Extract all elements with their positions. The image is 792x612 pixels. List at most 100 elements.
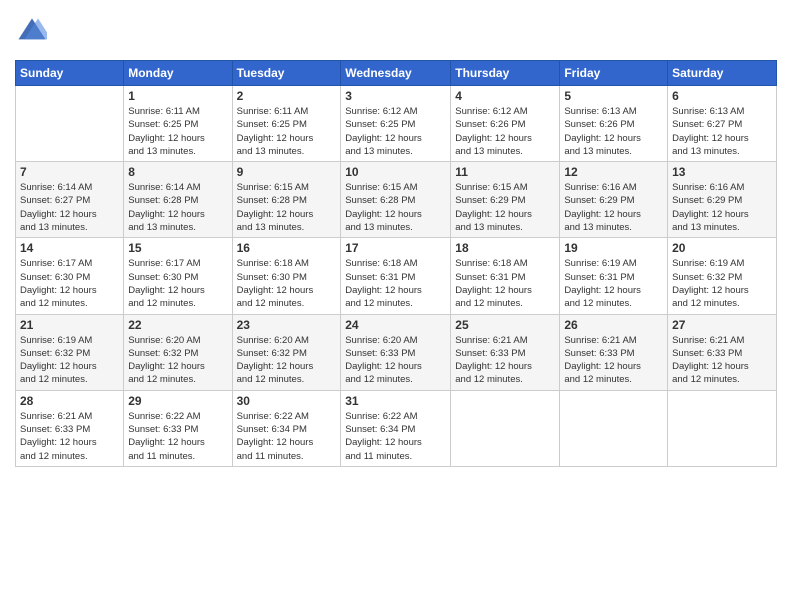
day-info: Sunrise: 6:18 AMSunset: 6:31 PMDaylight:… [455,257,555,310]
header-saturday: Saturday [668,61,777,86]
calendar-cell: 21 Sunrise: 6:19 AMSunset: 6:32 PMDayligh… [16,314,124,390]
day-info: Sunrise: 6:18 AMSunset: 6:30 PMDaylight:… [237,257,337,310]
logo-icon [17,15,47,45]
header-wednesday: Wednesday [341,61,451,86]
calendar-table: SundayMondayTuesdayWednesdayThursdayFrid… [15,60,777,467]
calendar-cell: 6 Sunrise: 6:13 AMSunset: 6:27 PMDaylight… [668,86,777,162]
day-number: 13 [672,165,772,179]
calendar-cell: 17 Sunrise: 6:18 AMSunset: 6:31 PMDayligh… [341,238,451,314]
day-info: Sunrise: 6:17 AMSunset: 6:30 PMDaylight:… [20,257,119,310]
calendar-cell: 11 Sunrise: 6:15 AMSunset: 6:29 PMDayligh… [451,162,560,238]
day-number: 9 [237,165,337,179]
day-info: Sunrise: 6:14 AMSunset: 6:28 PMDaylight:… [128,181,227,234]
week-row-5: 28 Sunrise: 6:21 AMSunset: 6:33 PMDayligh… [16,390,777,466]
calendar-cell: 5 Sunrise: 6:13 AMSunset: 6:26 PMDaylight… [560,86,668,162]
calendar-cell: 20 Sunrise: 6:19 AMSunset: 6:32 PMDayligh… [668,238,777,314]
calendar-cell: 4 Sunrise: 6:12 AMSunset: 6:26 PMDaylight… [451,86,560,162]
day-number: 30 [237,394,337,408]
calendar-cell: 26 Sunrise: 6:21 AMSunset: 6:33 PMDayligh… [560,314,668,390]
day-info: Sunrise: 6:12 AMSunset: 6:25 PMDaylight:… [345,105,446,158]
week-row-1: 1 Sunrise: 6:11 AMSunset: 6:25 PMDaylight… [16,86,777,162]
day-number: 11 [455,165,555,179]
calendar-cell: 8 Sunrise: 6:14 AMSunset: 6:28 PMDaylight… [124,162,232,238]
day-number: 16 [237,241,337,255]
day-number: 17 [345,241,446,255]
calendar-cell: 13 Sunrise: 6:16 AMSunset: 6:29 PMDayligh… [668,162,777,238]
day-number: 3 [345,89,446,103]
day-info: Sunrise: 6:20 AMSunset: 6:33 PMDaylight:… [345,334,446,387]
day-info: Sunrise: 6:21 AMSunset: 6:33 PMDaylight:… [564,334,663,387]
day-info: Sunrise: 6:22 AMSunset: 6:34 PMDaylight:… [237,410,337,463]
day-info: Sunrise: 6:19 AMSunset: 6:31 PMDaylight:… [564,257,663,310]
calendar-cell: 28 Sunrise: 6:21 AMSunset: 6:33 PMDayligh… [16,390,124,466]
calendar-cell: 27 Sunrise: 6:21 AMSunset: 6:33 PMDayligh… [668,314,777,390]
calendar-cell: 12Sunrise: 6:16 AMSunset: 6:29 PMDayligh… [560,162,668,238]
header-monday: Monday [124,61,232,86]
day-info: Sunrise: 6:11 AMSunset: 6:25 PMDaylight:… [128,105,227,158]
day-info: Sunrise: 6:13 AMSunset: 6:27 PMDaylight:… [672,105,772,158]
calendar-cell: 1 Sunrise: 6:11 AMSunset: 6:25 PMDaylight… [124,86,232,162]
day-number: 6 [672,89,772,103]
day-info: Sunrise: 6:15 AMSunset: 6:28 PMDaylight:… [345,181,446,234]
calendar-cell: 25 Sunrise: 6:21 AMSunset: 6:33 PMDayligh… [451,314,560,390]
calendar-cell: 23Sunrise: 6:20 AMSunset: 6:32 PMDayligh… [232,314,341,390]
day-info: Sunrise: 6:21 AMSunset: 6:33 PMDaylight:… [455,334,555,387]
day-info: Sunrise: 6:21 AMSunset: 6:33 PMDaylight:… [20,410,119,463]
day-number: 22 [128,318,227,332]
day-info: Sunrise: 6:14 AMSunset: 6:27 PMDaylight:… [20,181,119,234]
day-info: Sunrise: 6:16 AMSunset: 6:29 PMDaylight:… [672,181,772,234]
day-number: 19 [564,241,663,255]
day-info: Sunrise: 6:21 AMSunset: 6:33 PMDaylight:… [672,334,772,387]
day-info: Sunrise: 6:16 AMSunset: 6:29 PMDaylight:… [564,181,663,234]
day-info: Sunrise: 6:20 AMSunset: 6:32 PMDaylight:… [128,334,227,387]
day-number: 14 [20,241,119,255]
day-number: 26 [564,318,663,332]
page: SundayMondayTuesdayWednesdayThursdayFrid… [0,0,792,612]
day-info: Sunrise: 6:18 AMSunset: 6:31 PMDaylight:… [345,257,446,310]
day-number: 2 [237,89,337,103]
calendar-cell: 14 Sunrise: 6:17 AMSunset: 6:30 PMDayligh… [16,238,124,314]
day-number: 8 [128,165,227,179]
day-info: Sunrise: 6:22 AMSunset: 6:34 PMDaylight:… [345,410,446,463]
day-number: 4 [455,89,555,103]
calendar-cell: 3 Sunrise: 6:12 AMSunset: 6:25 PMDaylight… [341,86,451,162]
day-number: 15 [128,241,227,255]
day-info: Sunrise: 6:19 AMSunset: 6:32 PMDaylight:… [672,257,772,310]
day-info: Sunrise: 6:13 AMSunset: 6:26 PMDaylight:… [564,105,663,158]
logo [15,15,47,50]
calendar-cell: 16 Sunrise: 6:18 AMSunset: 6:30 PMDayligh… [232,238,341,314]
day-info: Sunrise: 6:11 AMSunset: 6:25 PMDaylight:… [237,105,337,158]
day-info: Sunrise: 6:19 AMSunset: 6:32 PMDaylight:… [20,334,119,387]
day-number: 20 [672,241,772,255]
day-info: Sunrise: 6:12 AMSunset: 6:26 PMDaylight:… [455,105,555,158]
day-info: Sunrise: 6:17 AMSunset: 6:30 PMDaylight:… [128,257,227,310]
calendar-cell: 19 Sunrise: 6:19 AMSunset: 6:31 PMDayligh… [560,238,668,314]
header-thursday: Thursday [451,61,560,86]
day-info: Sunrise: 6:15 AMSunset: 6:29 PMDaylight:… [455,181,555,234]
day-info: Sunrise: 6:22 AMSunset: 6:33 PMDaylight:… [128,410,227,463]
calendar-cell: 2 Sunrise: 6:11 AMSunset: 6:25 PMDaylight… [232,86,341,162]
calendar-cell: 31 Sunrise: 6:22 AMSunset: 6:34 PMDayligh… [341,390,451,466]
day-number: 21 [20,318,119,332]
calendar-cell [16,86,124,162]
header-tuesday: Tuesday [232,61,341,86]
day-number: 23 [237,318,337,332]
day-number: 5 [564,89,663,103]
calendar-header-row: SundayMondayTuesdayWednesdayThursdayFrid… [16,61,777,86]
day-number: 18 [455,241,555,255]
day-number: 1 [128,89,227,103]
week-row-2: 7 Sunrise: 6:14 AMSunset: 6:27 PMDaylight… [16,162,777,238]
day-number: 28 [20,394,119,408]
calendar-cell: 18 Sunrise: 6:18 AMSunset: 6:31 PMDayligh… [451,238,560,314]
day-number: 25 [455,318,555,332]
day-number: 27 [672,318,772,332]
calendar-cell: 30 Sunrise: 6:22 AMSunset: 6:34 PMDayligh… [232,390,341,466]
header-sunday: Sunday [16,61,124,86]
calendar-cell: 10 Sunrise: 6:15 AMSunset: 6:28 PMDayligh… [341,162,451,238]
day-number: 10 [345,165,446,179]
week-row-4: 21 Sunrise: 6:19 AMSunset: 6:32 PMDayligh… [16,314,777,390]
day-info: Sunrise: 6:15 AMSunset: 6:28 PMDaylight:… [237,181,337,234]
week-row-3: 14 Sunrise: 6:17 AMSunset: 6:30 PMDayligh… [16,238,777,314]
day-number: 31 [345,394,446,408]
day-number: 7 [20,165,119,179]
